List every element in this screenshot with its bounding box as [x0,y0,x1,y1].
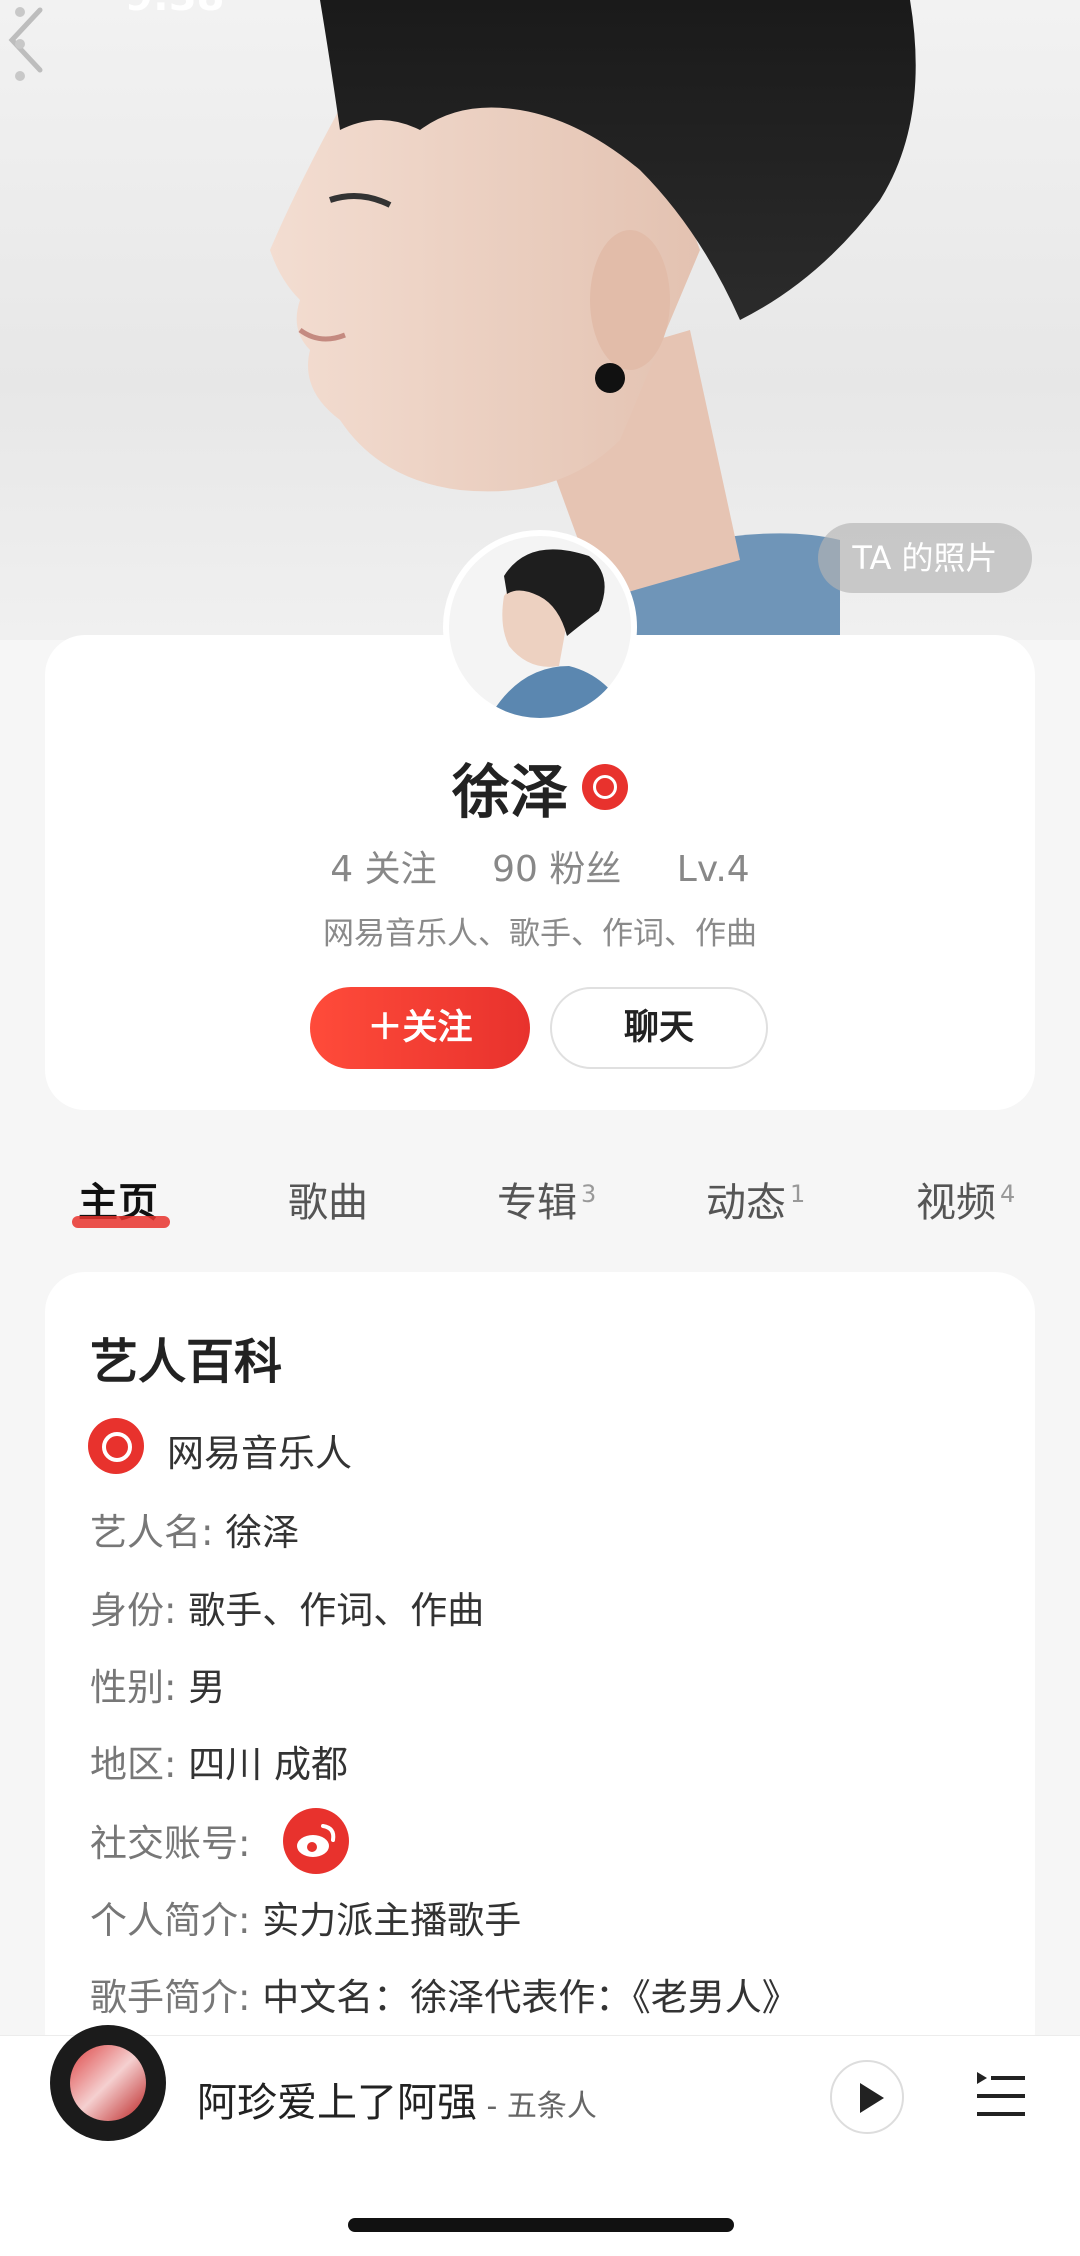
wiki-singer-intro-key: 歌手简介: [90,1976,251,2019]
fans-count[interactable]: 90 粉丝 [492,849,621,890]
chat-button[interactable]: 聊天 [550,987,768,1069]
wiki-identity-value: 歌手、作词、作曲 [188,1589,485,1632]
play-button[interactable] [830,2060,904,2134]
wiki-title: 艺人百科 [90,1334,283,1390]
musician-badge-icon [582,764,628,810]
wiki-intro: 个人简介: 实力派主播歌手 [90,1890,521,1944]
following-count[interactable]: 4 关注 [330,849,436,890]
wiki-singer-intro: 歌手简介: 中文名：徐泽代表作：《老男人》 [90,1967,799,2021]
more-icon[interactable] [0,0,40,110]
artist-name: 徐泽 [451,758,568,826]
wiki-artist-name-value: 徐泽 [225,1511,300,1554]
wiki-identity-key: 身份: [90,1589,177,1632]
album-cover [70,2045,146,2121]
status-bar: 9:38 [0,0,1080,22]
album-disc[interactable] [50,2025,166,2141]
tab-albums[interactable]: 专辑 3 [497,1170,596,1228]
artist-name-row: 徐泽 [0,745,1080,829]
user-level[interactable]: Lv.4 [677,849,750,890]
song-artist: - 五条人 [477,2089,597,2124]
tab-videos-label: 视频 [916,1180,996,1226]
avatar[interactable] [443,530,637,724]
home-indicator [348,2218,734,2232]
playlist-icon[interactable] [975,2070,1027,2122]
tab-songs-label: 歌曲 [288,1180,368,1226]
wiki-social-key: 社交账号: [90,1822,251,1865]
wiki-region-key: 地区: [90,1743,177,1786]
weibo-icon[interactable] [283,1808,349,1874]
wiki-artist-name: 艺人名: 徐泽 [90,1502,299,1556]
wiki-singer-intro-value: 中文名：徐泽代表作：《老男人》 [262,1976,799,2019]
wiki-gender-key: 性别: [90,1666,177,1709]
wiki-intro-value: 实力派主播歌手 [262,1899,522,1942]
tab-moments[interactable]: 动态 1 [706,1170,805,1228]
active-tab-indicator [72,1216,170,1228]
wiki-gender: 性别: 男 [90,1657,225,1711]
wiki-identity: 身份: 歌手、作词、作曲 [90,1580,484,1634]
tab-videos[interactable]: 视频 4 [916,1170,1015,1228]
artist-stats: 4 关注 90 粉丝 Lv.4 [0,840,1080,892]
tab-songs[interactable]: 歌曲 [288,1170,368,1228]
tab-albums-label: 专辑 [497,1180,577,1226]
status-time: 9:38 [125,0,225,20]
photos-button[interactable]: TA 的照片 [818,523,1032,593]
weibo-glyph [297,1824,336,1857]
tab-bar: 主页 歌曲 专辑 3 动态 1 视频 4 [0,1170,1080,1240]
song-title: 阿珍爱上了阿强 [197,2080,477,2126]
avatar-image [449,536,631,718]
wiki-region-value: 四川 成都 [188,1743,348,1786]
follow-button[interactable]: ＋关注 [310,987,530,1069]
now-playing[interactable]: 阿珍爱上了阿强 - 五条人 [197,2070,597,2128]
wiki-musician-label: 网易音乐人 [167,1432,352,1475]
tab-moments-count: 1 [790,1179,806,1208]
artist-roles: 网易音乐人、歌手、作词、作曲 [323,916,757,952]
tab-albums-count: 3 [581,1179,597,1208]
wiki-gender-value: 男 [188,1666,226,1709]
wiki-social: 社交账号: [90,1813,250,1867]
wiki-region: 地区: 四川 成都 [90,1734,348,1788]
tab-videos-count: 4 [1000,1179,1016,1208]
wiki-artist-name-key: 艺人名: [90,1511,214,1554]
netease-musician-icon [88,1418,144,1474]
wiki-intro-key: 个人简介: [90,1899,251,1942]
tab-moments-label: 动态 [706,1180,786,1226]
